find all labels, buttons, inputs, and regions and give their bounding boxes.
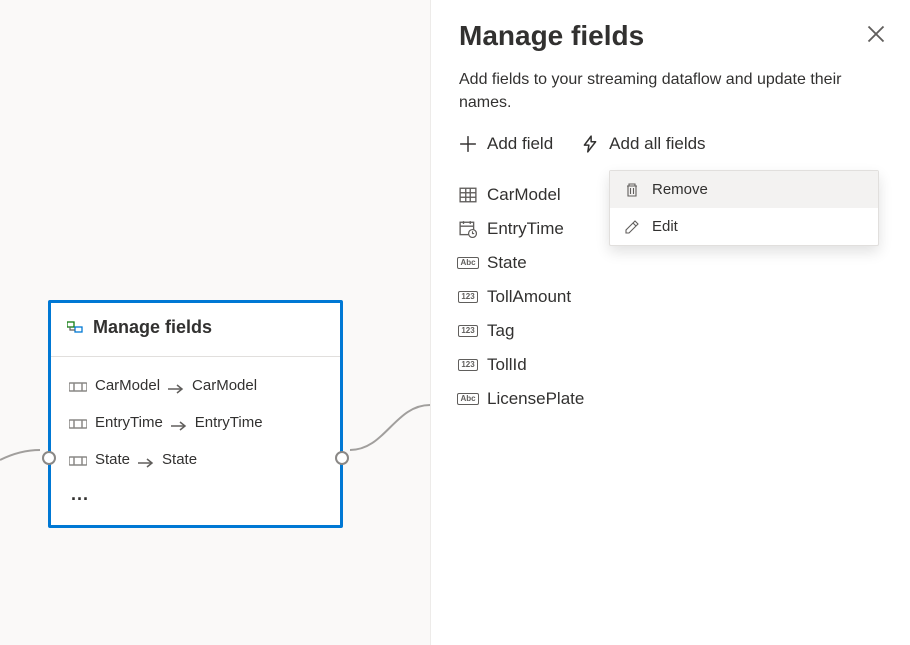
add-all-fields-button[interactable]: Add all fields <box>581 134 705 154</box>
mapping-to: State <box>162 451 197 468</box>
field-name: TollAmount <box>487 287 571 307</box>
node-mapping-row[interactable]: CarModel CarModel <box>69 367 322 404</box>
field-name: State <box>487 253 527 273</box>
mapping-from: CarModel <box>95 377 160 394</box>
menu-remove-label: Remove <box>652 181 708 198</box>
node-title: Manage fields <box>93 317 212 338</box>
field-name: EntryTime <box>487 219 564 239</box>
mapping-from: State <box>95 451 130 468</box>
field-context-menu: Remove Edit <box>609 170 879 246</box>
column-icon <box>69 380 87 392</box>
manage-fields-panel: Manage fields Add fields to your streami… <box>430 0 910 645</box>
diagram-canvas: Manage fields CarModel CarModel EntryTim… <box>0 0 430 645</box>
arrow-right-icon <box>138 455 154 465</box>
panel-description: Add fields to your streaming dataflow an… <box>459 68 882 114</box>
field-row[interactable]: 123 TollId <box>459 348 882 382</box>
panel-title: Manage fields <box>459 20 882 52</box>
menu-edit-label: Edit <box>652 218 678 235</box>
node-mapping-row[interactable]: EntryTime EntryTime <box>69 404 322 441</box>
input-port[interactable] <box>42 451 56 465</box>
menu-item-edit[interactable]: Edit <box>610 208 878 245</box>
manage-fields-icon <box>67 320 83 336</box>
field-name: CarModel <box>487 185 561 205</box>
arrow-right-icon <box>168 381 184 391</box>
mapping-to: CarModel <box>192 377 257 394</box>
table-type-icon <box>459 186 477 204</box>
node-header: Manage fields <box>51 303 340 357</box>
output-port[interactable] <box>335 451 349 465</box>
arrow-right-icon <box>171 418 187 428</box>
text-type-icon: Abc <box>459 254 477 272</box>
add-field-label: Add field <box>487 134 553 154</box>
plus-icon <box>459 135 477 153</box>
number-type-icon: 123 <box>459 322 477 340</box>
close-button[interactable] <box>866 24 886 44</box>
node-mapping-row[interactable]: State State <box>69 441 322 478</box>
mapping-from: EntryTime <box>95 414 163 431</box>
field-row[interactable]: 123 Tag <box>459 314 882 348</box>
menu-item-remove[interactable]: Remove <box>610 171 878 208</box>
field-row[interactable]: 123 TollAmount <box>459 280 882 314</box>
mapping-to: EntryTime <box>195 414 263 431</box>
add-field-button[interactable]: Add field <box>459 134 553 154</box>
manage-fields-node[interactable]: Manage fields CarModel CarModel EntryTim… <box>48 300 343 528</box>
field-name: Tag <box>487 321 514 341</box>
column-icon <box>69 417 87 429</box>
pencil-icon <box>624 219 640 235</box>
text-type-icon: Abc <box>459 390 477 408</box>
node-body: CarModel CarModel EntryTime EntryTime <box>51 357 340 525</box>
field-name: TollId <box>487 355 527 375</box>
node-more[interactable]: ... <box>69 478 322 509</box>
number-type-icon: 123 <box>459 288 477 306</box>
panel-actions: Add field Add all fields <box>459 134 882 154</box>
number-type-icon: 123 <box>459 356 477 374</box>
add-all-fields-label: Add all fields <box>609 134 705 154</box>
trash-icon <box>624 182 640 198</box>
field-name: LicensePlate <box>487 389 584 409</box>
lightning-icon <box>581 135 599 153</box>
field-row[interactable]: Abc State <box>459 246 882 280</box>
field-row[interactable]: Abc LicensePlate <box>459 382 882 416</box>
field-list: CarModel · · · Remove Edit EntryTime Abc… <box>459 178 882 416</box>
datetime-type-icon <box>459 220 477 238</box>
column-icon <box>69 454 87 466</box>
